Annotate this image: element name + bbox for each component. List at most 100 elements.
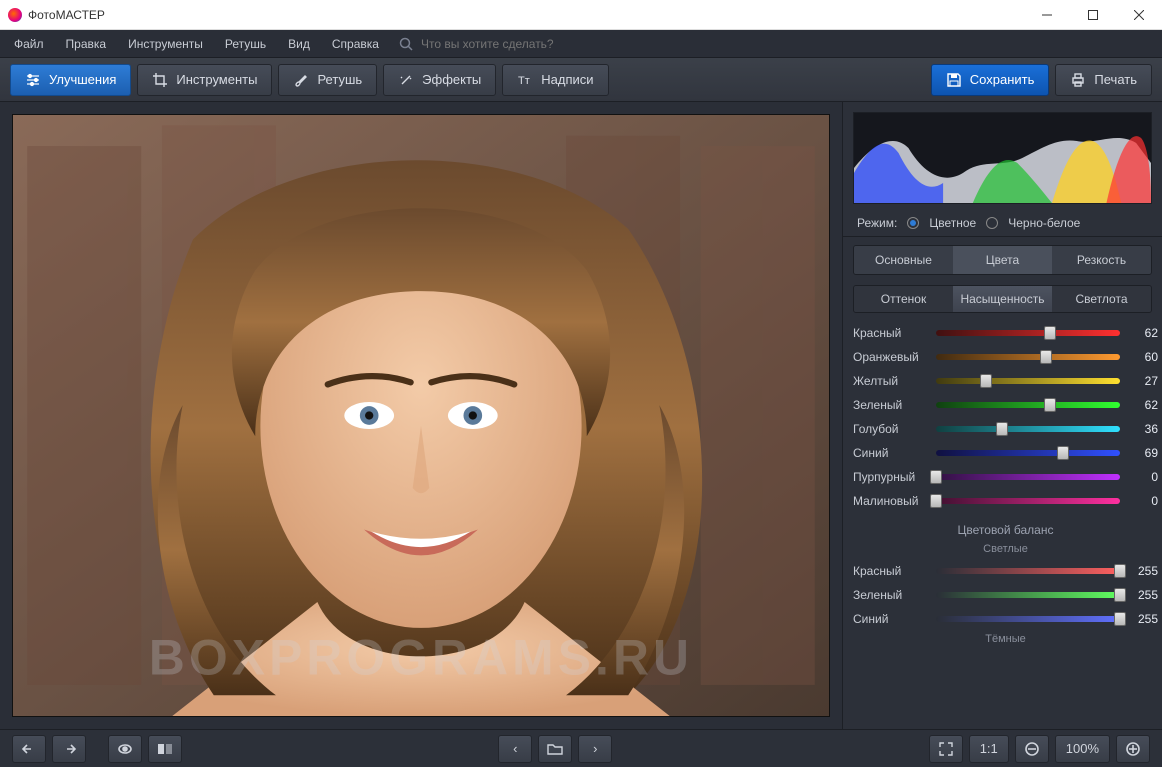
- slider-label: Зеленый: [853, 588, 928, 602]
- subtab-lightness[interactable]: Светлота: [1052, 286, 1151, 312]
- menu-view[interactable]: Вид: [278, 33, 320, 55]
- tab-text[interactable]: Tᴛ Надписи: [502, 64, 608, 96]
- radio-color[interactable]: [907, 217, 919, 229]
- slider-thumb[interactable]: [1114, 588, 1126, 602]
- compare-button[interactable]: [148, 735, 182, 763]
- subtab-saturation[interactable]: Насыщенность: [953, 286, 1052, 312]
- main-toolbar: Улучшения Инструменты Ретушь Эффекты Tᴛ …: [0, 58, 1162, 102]
- toggle-preview-button[interactable]: [108, 735, 142, 763]
- slider-thumb[interactable]: [930, 470, 942, 484]
- slider-label: Зеленый: [853, 398, 928, 412]
- balance-title: Цветовой баланс: [853, 513, 1158, 541]
- print-label: Печать: [1094, 72, 1137, 87]
- close-button[interactable]: [1116, 0, 1162, 30]
- mode-bw-label: Черно-белое: [1008, 216, 1080, 230]
- zoom-in-button[interactable]: [1116, 735, 1150, 763]
- slider-label: Синий: [853, 446, 928, 460]
- slider-value: 0: [1128, 470, 1158, 484]
- zoom-level[interactable]: 100%: [1055, 735, 1110, 763]
- slider-track[interactable]: [936, 354, 1120, 360]
- slider-row: Малиновый 0: [853, 489, 1158, 513]
- color-subtabs: Оттенок Насыщенность Светлота: [853, 285, 1152, 313]
- slider-row: Синий 69: [853, 441, 1158, 465]
- slider-value: 255: [1128, 588, 1158, 602]
- svg-text:Tᴛ: Tᴛ: [518, 75, 530, 87]
- undo-button[interactable]: [12, 735, 46, 763]
- slider-track[interactable]: [936, 568, 1120, 574]
- slider-thumb[interactable]: [1114, 612, 1126, 626]
- sliders-container: Красный 62 Оранжевый 60 Желтый 27 Зелены…: [843, 321, 1162, 729]
- slider-value: 255: [1128, 564, 1158, 578]
- balance-dark-label: Тёмные: [853, 631, 1158, 649]
- tab-tools[interactable]: Инструменты: [137, 64, 272, 96]
- slider-thumb[interactable]: [1044, 326, 1056, 340]
- tab-effects[interactable]: Эффекты: [383, 64, 496, 96]
- slider-value: 36: [1128, 422, 1158, 436]
- slider-row: Голубой 36: [853, 417, 1158, 441]
- tab-text-label: Надписи: [541, 72, 593, 87]
- slider-thumb[interactable]: [930, 494, 942, 508]
- slider-thumb[interactable]: [1044, 398, 1056, 412]
- slider-track[interactable]: [936, 450, 1120, 456]
- fit-screen-button[interactable]: [929, 735, 963, 763]
- slider-track[interactable]: [936, 474, 1120, 480]
- menu-bar: Файл Правка Инструменты Ретушь Вид Справ…: [0, 30, 1162, 58]
- save-button[interactable]: Сохранить: [931, 64, 1050, 96]
- save-label: Сохранить: [970, 72, 1035, 87]
- tab-sharpen[interactable]: Резкость: [1052, 246, 1151, 274]
- slider-track[interactable]: [936, 330, 1120, 336]
- open-folder-button[interactable]: [538, 735, 572, 763]
- next-image-button[interactable]: ›: [578, 735, 612, 763]
- app-icon: [8, 8, 22, 22]
- window-titlebar: ФотоМАСТЕР: [0, 0, 1162, 30]
- slider-track[interactable]: [936, 592, 1120, 598]
- slider-thumb[interactable]: [1114, 564, 1126, 578]
- mode-label: Режим:: [857, 216, 897, 230]
- slider-label: Желтый: [853, 374, 928, 388]
- redo-button[interactable]: [52, 735, 86, 763]
- slider-track[interactable]: [936, 378, 1120, 384]
- print-button[interactable]: Печать: [1055, 64, 1152, 96]
- slider-row: Красный 62: [853, 321, 1158, 345]
- radio-bw[interactable]: [986, 217, 998, 229]
- balance-light-label: Светлые: [853, 541, 1158, 559]
- slider-thumb[interactable]: [1057, 446, 1069, 460]
- slider-track[interactable]: [936, 426, 1120, 432]
- slider-track[interactable]: [936, 498, 1120, 504]
- histogram[interactable]: [853, 112, 1152, 204]
- brush-icon: [293, 72, 309, 88]
- prev-image-button[interactable]: ‹: [498, 735, 532, 763]
- tab-effects-label: Эффекты: [422, 72, 481, 87]
- menu-help[interactable]: Справка: [322, 33, 389, 55]
- slider-value: 0: [1128, 494, 1158, 508]
- slider-value: 60: [1128, 350, 1158, 364]
- actual-size-button[interactable]: 1:1: [969, 735, 1009, 763]
- maximize-button[interactable]: [1070, 0, 1116, 30]
- minimize-button[interactable]: [1024, 0, 1070, 30]
- slider-thumb[interactable]: [996, 422, 1008, 436]
- watermark: BOXPROGRAMS.RU: [149, 630, 693, 686]
- tab-colors[interactable]: Цвета: [953, 246, 1052, 274]
- slider-label: Красный: [853, 326, 928, 340]
- search-input[interactable]: [421, 37, 621, 51]
- slider-label: Голубой: [853, 422, 928, 436]
- menu-tools[interactable]: Инструменты: [118, 33, 213, 55]
- slider-thumb[interactable]: [980, 374, 992, 388]
- slider-row: Желтый 27: [853, 369, 1158, 393]
- slider-track[interactable]: [936, 402, 1120, 408]
- menu-file[interactable]: Файл: [4, 33, 54, 55]
- subtab-hue[interactable]: Оттенок: [854, 286, 953, 312]
- tab-enhance[interactable]: Улучшения: [10, 64, 131, 96]
- print-icon: [1070, 72, 1086, 88]
- wand-icon: [398, 72, 414, 88]
- image-canvas[interactable]: BOXPROGRAMS.RU: [12, 114, 830, 717]
- zoom-out-button[interactable]: [1015, 735, 1049, 763]
- tab-basic[interactable]: Основные: [854, 246, 953, 274]
- slider-track[interactable]: [936, 616, 1120, 622]
- slider-row: Зеленый 255: [853, 583, 1158, 607]
- menu-edit[interactable]: Правка: [56, 33, 117, 55]
- menu-retouch[interactable]: Ретушь: [215, 33, 276, 55]
- tab-retouch[interactable]: Ретушь: [278, 64, 377, 96]
- save-icon: [946, 72, 962, 88]
- slider-thumb[interactable]: [1040, 350, 1052, 364]
